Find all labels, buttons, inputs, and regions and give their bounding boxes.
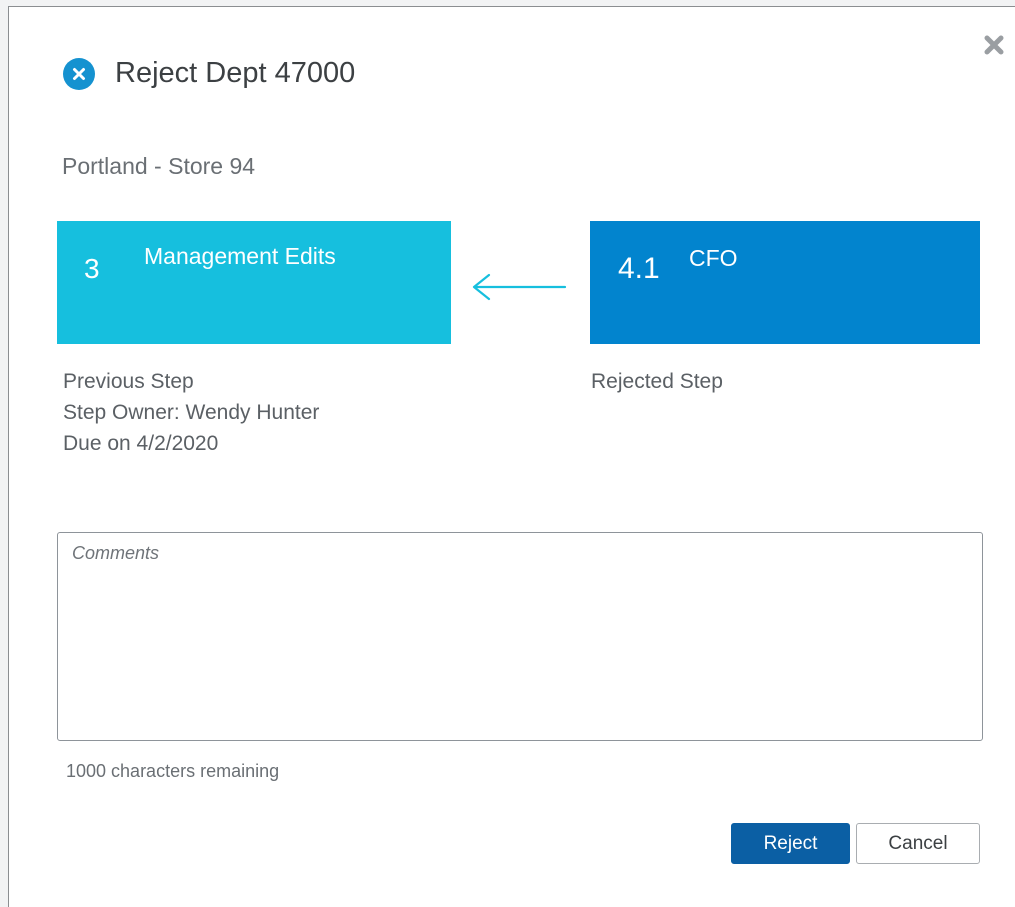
rejected-step-label: Rejected Step	[591, 370, 723, 393]
close-button[interactable]	[981, 32, 1007, 58]
rejected-step-name: CFO	[689, 245, 738, 271]
previous-step-name: Management Edits	[144, 243, 336, 269]
close-icon	[984, 35, 1004, 55]
previous-step-card: 3 Management Edits	[57, 221, 451, 344]
rejected-step-info: Rejected Step	[591, 366, 723, 397]
previous-step-info: Previous Step Step Owner: Wendy Hunter D…	[63, 366, 319, 459]
x-circle-icon	[63, 57, 95, 90]
dialog-header: Reject Dept 47000	[63, 57, 355, 90]
reject-dialog: Reject Dept 47000 Portland - Store 94 3 …	[8, 6, 1015, 907]
dialog-title: Reject Dept 47000	[115, 57, 356, 89]
previous-step-owner: Step Owner: Wendy Hunter	[63, 401, 320, 424]
comments-box	[57, 532, 983, 741]
rejected-step-number: 4.1	[618, 252, 660, 285]
arrow-left-icon	[472, 273, 567, 301]
previous-step-due: Due on 4/2/2020	[63, 432, 219, 455]
characters-remaining: 1000 characters remaining	[66, 761, 280, 781]
cancel-button[interactable]: Cancel	[856, 823, 980, 864]
rejected-step-card: 4.1 CFO	[590, 221, 980, 344]
previous-step-label: Previous Step	[63, 370, 194, 393]
previous-step-number: 3	[84, 253, 100, 284]
comments-input[interactable]	[58, 533, 982, 740]
reject-button[interactable]: Reject	[731, 823, 850, 864]
dialog-subtitle: Portland - Store 94	[62, 153, 256, 179]
